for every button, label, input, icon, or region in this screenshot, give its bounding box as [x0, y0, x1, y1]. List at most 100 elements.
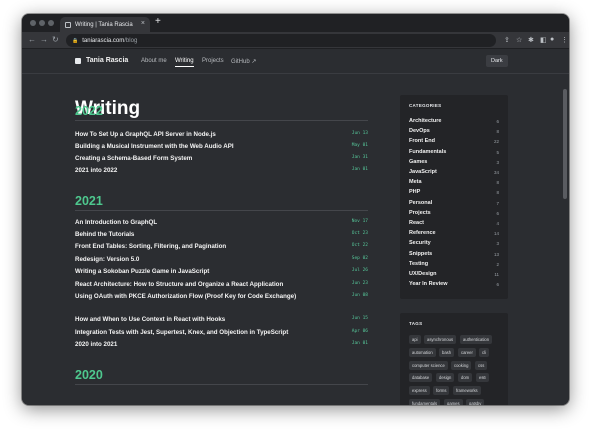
tab-title: Writing | Tania Rascia: [75, 21, 133, 28]
category-item[interactable]: Architecture 6: [409, 118, 499, 124]
tab-close-icon[interactable]: ×: [141, 20, 145, 27]
tag-chip[interactable]: asynchronous: [424, 335, 457, 344]
category-name: React: [409, 220, 424, 226]
post-date: Nov 17: [351, 219, 368, 224]
post-title-link[interactable]: Building a Musical Instrument with the W…: [75, 142, 330, 151]
tag-chip[interactable]: design: [436, 373, 455, 383]
post-title-link[interactable]: React Architecture: How to Structure and…: [75, 280, 330, 289]
post-title-link[interactable]: 2021 into 2022: [75, 166, 330, 175]
category-item[interactable]: Front End 22: [409, 138, 499, 144]
post-title-link[interactable]: Front End Tables: Sorting, Filtering, an…: [75, 242, 330, 251]
post-title-link[interactable]: Creating a Schema-Based Form System: [75, 154, 330, 163]
post-title-link[interactable]: Behind the Tutorials: [75, 230, 330, 239]
sidebar-icon[interactable]: ◧: [540, 36, 547, 44]
tag-chip[interactable]: gatsby: [466, 399, 485, 405]
tag-chip[interactable]: css: [475, 360, 488, 370]
tags-heading: TAGS: [409, 321, 423, 326]
post-title-link[interactable]: Redesign: Version 5.0: [75, 255, 330, 264]
url-path: /blog: [124, 37, 138, 44]
tag-chip[interactable]: api: [409, 335, 421, 344]
year-divider: [75, 120, 368, 121]
tag-chip[interactable]: dom: [458, 373, 473, 383]
category-item[interactable]: PHP 8: [409, 189, 499, 195]
tag-chip[interactable]: frameworks: [453, 386, 481, 396]
site-brand[interactable]: Tania Rascia: [75, 57, 128, 64]
profile-icon[interactable]: ●: [550, 36, 554, 43]
post-title-link[interactable]: 2020 into 2021: [75, 340, 330, 349]
category-item[interactable]: Fundamentals 5: [409, 149, 499, 155]
tag-chip[interactable]: computer science: [409, 360, 448, 370]
address-bar[interactable]: 🔒 taniarascia.com/blog: [66, 34, 496, 47]
category-item[interactable]: Snippets 13: [409, 251, 499, 257]
category-name: Snippets: [409, 250, 433, 257]
bookmark-star-icon[interactable]: ☆: [516, 36, 522, 44]
post-date: Jan 01: [351, 341, 368, 346]
category-item[interactable]: Games 3: [409, 159, 499, 165]
tag-chip[interactable]: cli: [479, 347, 489, 357]
menu-kebab-icon[interactable]: ⋮: [561, 36, 568, 44]
category-count: 11: [494, 272, 499, 277]
post-title-link[interactable]: How and When to Use Context in React wit…: [75, 315, 330, 324]
nav-github[interactable]: GitHub ↗: [231, 58, 256, 65]
post-title-link[interactable]: An Introduction to GraphQL: [75, 218, 330, 227]
share-icon[interactable]: ⇪: [504, 36, 510, 44]
category-item[interactable]: Testing 2: [409, 261, 499, 267]
category-name: Personal: [409, 199, 433, 206]
tag-chip[interactable]: bash: [439, 347, 455, 357]
post-title-link[interactable]: How To Set Up a GraphQL API Server in No…: [75, 130, 330, 139]
category-item[interactable]: Meta 8: [409, 179, 499, 185]
category-name: Year In Review: [409, 281, 448, 288]
tag-chip[interactable]: career: [458, 347, 476, 357]
tag-chip[interactable]: express: [409, 386, 430, 396]
forward-button[interactable]: →: [40, 35, 48, 44]
close-window-dot[interactable]: [30, 20, 36, 26]
category-item[interactable]: Projects 6: [409, 210, 499, 216]
tag-chip[interactable]: games: [444, 399, 463, 405]
reload-button[interactable]: ↻: [52, 35, 59, 44]
category-item[interactable]: DevOps 8: [409, 128, 499, 134]
theme-toggle-button[interactable]: Dark: [486, 55, 508, 67]
post-title-link[interactable]: Using OAuth with PKCE Authorization Flow…: [75, 292, 330, 301]
site-header: Tania Rascia About me Writing Projects G…: [22, 49, 569, 74]
tag-chip[interactable]: authentication: [460, 335, 493, 344]
category-item[interactable]: React 4: [409, 220, 499, 226]
category-count: 6: [496, 282, 499, 288]
tag-chip[interactable]: database: [409, 373, 433, 383]
minimize-window-dot[interactable]: [39, 20, 45, 26]
post-date: Jun 08: [351, 293, 368, 298]
nav-writing[interactable]: Writing: [175, 58, 194, 67]
new-tab-button[interactable]: +: [155, 16, 161, 27]
extensions-icon[interactable]: ✱: [528, 36, 534, 44]
tag-chip[interactable]: es6: [476, 373, 489, 383]
tag-chip[interactable]: fundamentals: [409, 399, 441, 405]
category-name: Fundamentals: [409, 148, 447, 155]
post-date: Jul 26: [351, 268, 368, 273]
post-title-link[interactable]: Integration Tests with Jest, Supertest, …: [75, 328, 330, 337]
post-title-link[interactable]: Writing a Sokoban Puzzle Game in JavaScr…: [75, 267, 330, 276]
category-item[interactable]: Year In Review 6: [409, 281, 499, 287]
maximize-window-dot[interactable]: [48, 20, 54, 26]
category-item[interactable]: UX/Design 11: [409, 271, 499, 277]
back-button[interactable]: ←: [28, 35, 36, 44]
tag-chip[interactable]: automation: [409, 347, 436, 357]
tag-chip[interactable]: cooking: [451, 360, 472, 370]
category-name: Meta: [409, 179, 422, 186]
browser-toolbar: ← → ↻ 🔒 taniarascia.com/blog ⇪ ☆ ✱ ◧ ● ⋮: [22, 32, 569, 49]
post-date: Oct 22: [351, 243, 368, 248]
page-scrollbar[interactable]: [563, 89, 567, 199]
post-date: Jun 15: [351, 316, 368, 321]
nav-projects[interactable]: Projects: [202, 58, 224, 64]
tag-chip[interactable]: forms: [433, 386, 450, 396]
category-count: 3: [496, 159, 499, 165]
year-heading: 2022: [75, 104, 103, 118]
category-item[interactable]: Security 3: [409, 240, 499, 246]
nav-about-me[interactable]: About me: [141, 58, 167, 64]
category-item[interactable]: Reference 14: [409, 230, 499, 236]
category-name: Security: [409, 240, 431, 247]
post-date: Jun 23: [351, 281, 368, 286]
category-name: Reference: [409, 230, 436, 237]
browser-tab[interactable]: Writing | Tania Rascia ×: [60, 17, 150, 32]
category-item[interactable]: Personal 7: [409, 200, 499, 206]
category-item[interactable]: JavaScript 34: [409, 169, 499, 175]
post-date: May 01: [351, 143, 368, 148]
